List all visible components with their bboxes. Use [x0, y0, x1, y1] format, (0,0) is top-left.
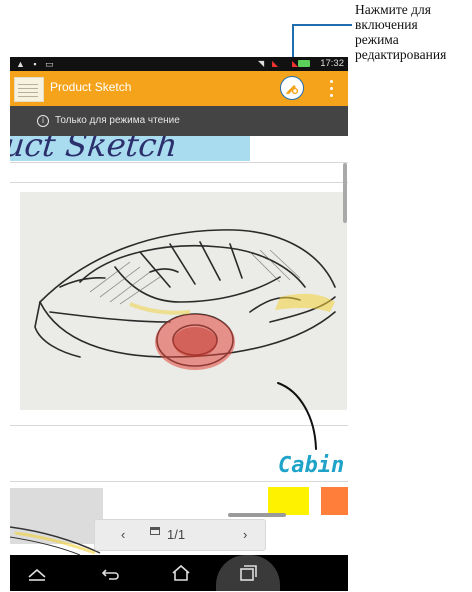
callout-line-2: включения	[355, 17, 418, 32]
callout-leader-horizontal	[292, 24, 352, 26]
read-only-text: Только для режима чтение	[55, 115, 180, 126]
callout-line-1: Нажмите для	[355, 2, 431, 17]
action-bar: Product Sketch	[10, 71, 348, 106]
edit-mode-button[interactable]	[280, 76, 304, 100]
handwritten-title-strip: uct Sketch	[10, 136, 250, 161]
back-icon[interactable]	[100, 564, 122, 582]
home-icon[interactable]	[170, 564, 192, 582]
callout-line-4: редактирования	[355, 47, 447, 62]
ruled-line	[10, 162, 348, 163]
status-time: 17:32	[320, 58, 344, 69]
scrollbar[interactable]	[343, 163, 347, 223]
notebook-icon[interactable]	[14, 77, 44, 102]
status-bar: ▲ ▪ ▭ ◥ ◣ ◣ 17:32	[10, 57, 348, 71]
orange-color-swatch	[321, 487, 348, 515]
read-only-banner: i Только для режима чтение	[10, 106, 348, 136]
pen-icon	[285, 84, 298, 94]
system-nav-bar	[10, 555, 348, 591]
notification-icons: ▲ ▪ ▭	[16, 59, 57, 69]
handwritten-title: uct Sketch	[10, 136, 180, 161]
annotation-arrow	[277, 382, 317, 450]
recent-apps-icon[interactable]	[237, 564, 259, 582]
next-page-button[interactable]: ›	[243, 527, 247, 542]
battery-icon	[298, 60, 310, 67]
callout-line-3: режима	[355, 32, 399, 47]
overflow-menu-icon[interactable]	[326, 78, 336, 100]
edit-mode-callout: Нажмите для включения режима редактирова…	[355, 2, 472, 62]
info-icon: i	[37, 115, 49, 127]
hide-keyboard-icon[interactable]	[26, 564, 48, 582]
ruled-line	[10, 182, 348, 183]
page-navigator: ‹ 1/1 ›	[94, 519, 266, 551]
ruled-line	[10, 481, 348, 482]
page-icon	[150, 527, 160, 535]
prev-page-button[interactable]: ‹	[121, 527, 125, 542]
signal-icon: ◣	[272, 59, 279, 68]
wifi-icon: ◥	[258, 59, 265, 68]
note-title: Product Sketch	[50, 80, 132, 94]
yellow-color-swatch	[268, 487, 309, 515]
tablet-screen: ▲ ▪ ▭ ◥ ◣ ◣ 17:32 Product Sketch i Тольк…	[10, 57, 348, 591]
page-counter: 1/1	[167, 527, 186, 542]
drag-handle[interactable]	[228, 513, 286, 517]
cabin-annotation: Cabin	[278, 453, 345, 478]
